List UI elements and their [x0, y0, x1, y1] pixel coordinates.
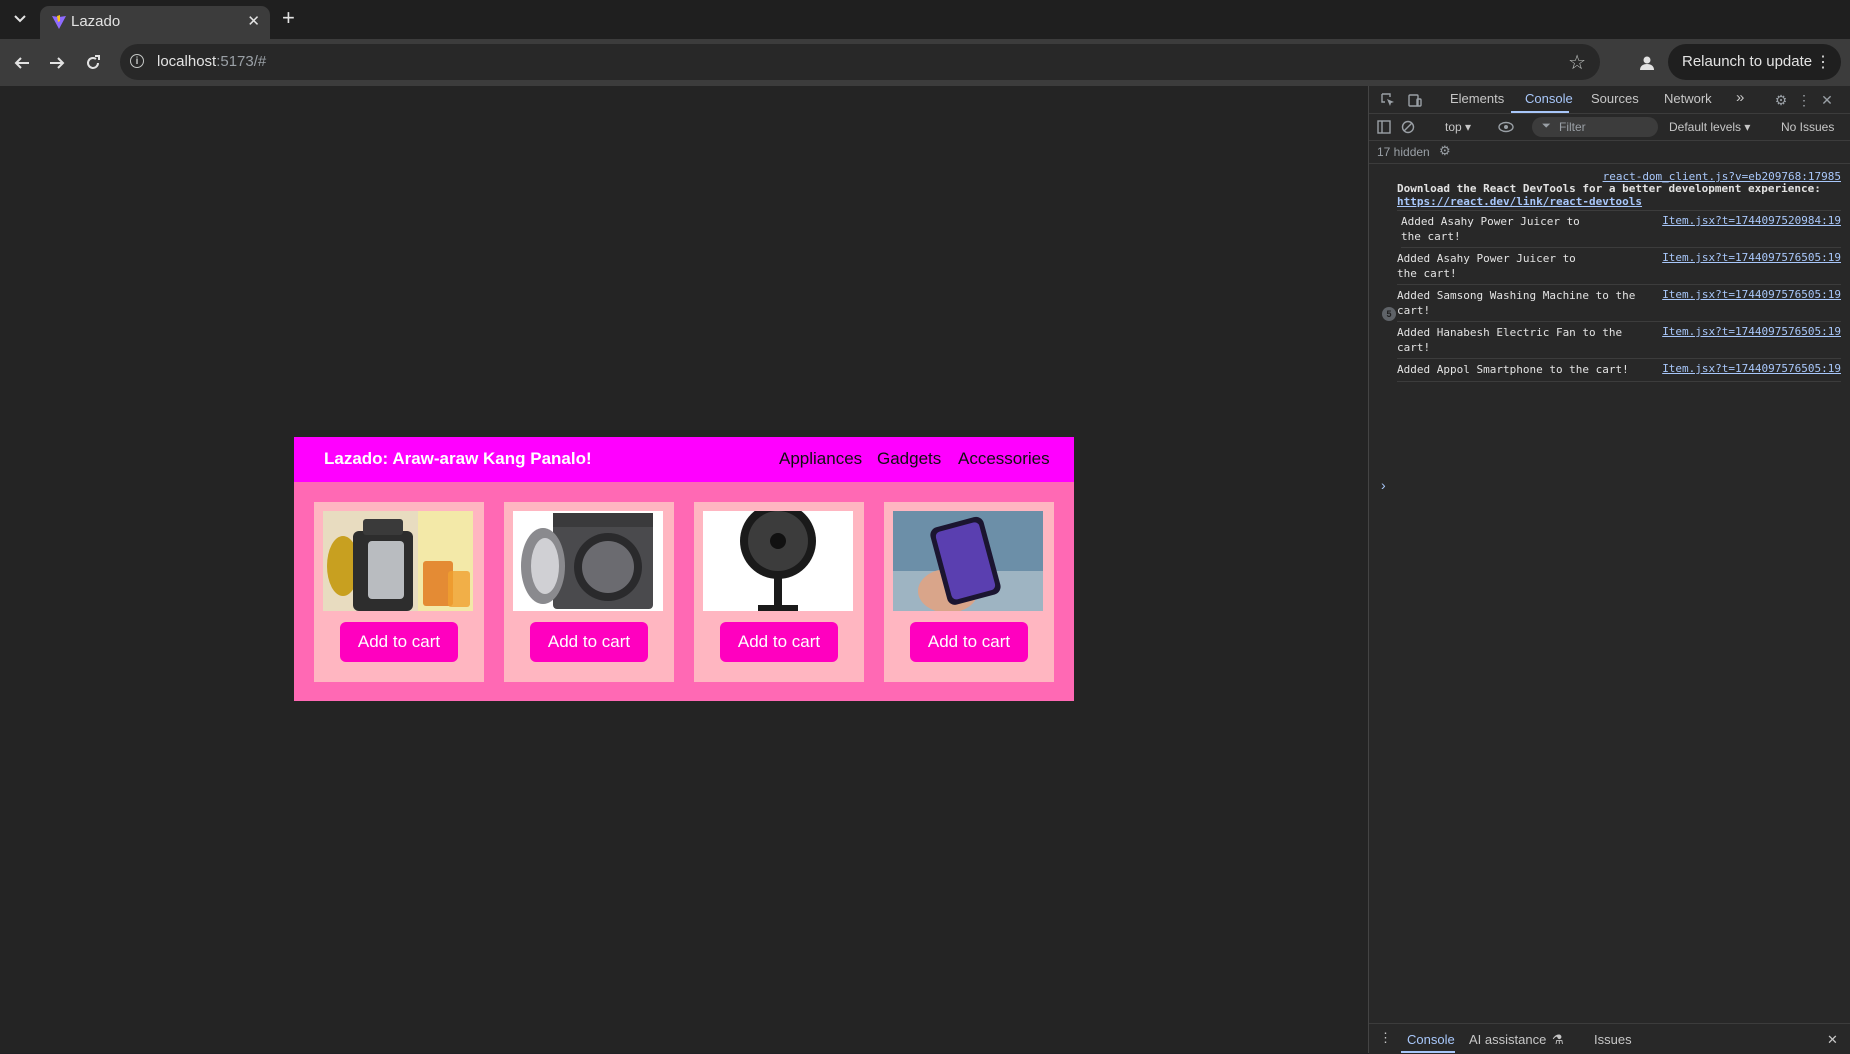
- browser-tab[interactable]: Lazado ✕: [40, 6, 270, 39]
- console-log-entry: Added Samsong Washing Machine to the car…: [1397, 285, 1841, 322]
- drawer-menu-icon[interactable]: ⋮: [1379, 1030, 1392, 1046]
- console-log-entry: Added Hanabesh Electric Fan to the cart!…: [1397, 322, 1841, 359]
- kebab-menu-icon[interactable]: ⋮: [1795, 91, 1813, 109]
- hidden-messages-row: 17 hidden ⚙: [1369, 141, 1850, 164]
- kebab-menu-icon: ⋮: [1815, 54, 1831, 71]
- log-message: Added Asahy Power Juicer to the cart!: [1397, 252, 1576, 280]
- tab-title: Lazado: [71, 13, 121, 30]
- nav-appliances[interactable]: Appliances: [779, 449, 862, 469]
- react-devtools-message: react-dom_client.js?v=eb209768:17985 Dow…: [1397, 170, 1841, 211]
- tab-console[interactable]: Console: [1525, 91, 1573, 106]
- issues-counter[interactable]: No Issues: [1781, 120, 1834, 134]
- address-bar[interactable]: i localhost:5173/# ☆: [120, 44, 1600, 80]
- tab-search-chevron-icon[interactable]: [8, 7, 32, 31]
- active-tab-indicator: [1511, 111, 1569, 113]
- log-source-link[interactable]: Item.jsx?t=1744097576505:19: [1662, 325, 1841, 338]
- inspect-element-icon[interactable]: [1379, 91, 1397, 109]
- tab-strip: Lazado ✕ +: [0, 0, 1850, 39]
- page-viewport: Lazado: Araw-araw Kang Panalo! Appliance…: [0, 86, 1368, 1053]
- console-toolbar: top ▾ ⏷ Filter Default levels ▾ No Issue…: [1369, 114, 1850, 141]
- tab-close-icon[interactable]: ✕: [247, 12, 260, 30]
- log-message: Added Hanabesh Electric Fan to the cart!: [1397, 326, 1623, 354]
- electric-fan-image: [703, 511, 853, 611]
- log-message: Added Appol Smartphone to the cart!: [1397, 363, 1629, 376]
- log-levels-dropdown[interactable]: Default levels ▾: [1669, 120, 1750, 134]
- product-card: Add to cart: [504, 502, 674, 682]
- vite-favicon-icon: [52, 15, 66, 29]
- browser-toolbar: i localhost:5173/# ☆ Relaunch to update …: [0, 39, 1850, 86]
- flask-icon: ⚗: [1552, 1032, 1564, 1047]
- log-source-link[interactable]: Item.jsx?t=1744097576505:19: [1662, 362, 1841, 375]
- add-to-cart-button[interactable]: Add to cart: [910, 622, 1028, 662]
- product-card: Add to cart: [884, 502, 1054, 682]
- juicer-image: [323, 511, 473, 611]
- log-source-link[interactable]: Item.jsx?t=1744097576505:19: [1662, 251, 1841, 264]
- devtools-tab-bar: Elements Console Sources Network » ⚙ ⋮ ✕: [1369, 86, 1850, 114]
- react-devtools-link[interactable]: https://react.dev/link/react-devtools: [1397, 195, 1642, 208]
- drawer-tab-issues[interactable]: Issues: [1594, 1032, 1632, 1047]
- back-arrow-icon[interactable]: [9, 50, 35, 76]
- filter-placeholder: Filter: [1559, 120, 1586, 134]
- profile-icon[interactable]: [1634, 50, 1660, 76]
- drawer-tab-console[interactable]: Console: [1407, 1032, 1455, 1047]
- console-log-entry: Added Asahy Power Juicer to the cart! It…: [1397, 248, 1841, 285]
- log-message: Added Samsong Washing Machine to the car…: [1397, 289, 1636, 317]
- console-settings-gear-icon[interactable]: ⚙: [1439, 143, 1451, 159]
- lazado-app: Lazado: Araw-araw Kang Panalo! Appliance…: [294, 437, 1074, 701]
- add-to-cart-button[interactable]: Add to cart: [720, 622, 838, 662]
- relaunch-label: Relaunch to update: [1682, 53, 1813, 70]
- add-to-cart-button[interactable]: Add to cart: [530, 622, 648, 662]
- nav-accessories[interactable]: Accessories: [958, 449, 1050, 469]
- filter-input[interactable]: ⏷ Filter: [1532, 117, 1658, 137]
- devtools-panel: Elements Console Sources Network » ⚙ ⋮ ✕…: [1368, 86, 1850, 1054]
- hidden-count: 17 hidden: [1377, 145, 1430, 159]
- more-tabs-chevron-icon[interactable]: »: [1736, 89, 1744, 106]
- washing-machine-image: [513, 511, 663, 611]
- log-message: Added Asahy Power Juicer to the cart!: [1401, 215, 1580, 243]
- log-source-link[interactable]: Item.jsx?t=1744097520984:19: [1662, 214, 1841, 227]
- drawer-tab-ai-assistance[interactable]: AI assistance: [1469, 1032, 1546, 1047]
- relaunch-button[interactable]: Relaunch to update ⋮: [1668, 44, 1841, 80]
- clear-console-icon[interactable]: [1399, 118, 1417, 136]
- filter-funnel-icon: ⏷: [1542, 120, 1551, 132]
- repeat-count-badge: 5: [1382, 307, 1396, 321]
- close-drawer-icon[interactable]: ✕: [1827, 1032, 1838, 1048]
- tab-sources[interactable]: Sources: [1591, 91, 1639, 106]
- react-devtools-text: Download the React DevTools for a better…: [1397, 182, 1821, 195]
- bookmark-star-icon[interactable]: ☆: [1568, 50, 1586, 75]
- settings-gear-icon[interactable]: ⚙: [1772, 91, 1790, 109]
- app-title: Lazado: Araw-araw Kang Panalo!: [324, 449, 592, 468]
- sidebar-toggle-icon[interactable]: [1375, 118, 1393, 136]
- nav-gadgets[interactable]: Gadgets: [877, 449, 941, 469]
- new-tab-plus-icon[interactable]: +: [282, 7, 295, 29]
- add-to-cart-button[interactable]: Add to cart: [340, 622, 458, 662]
- product-card: Add to cart: [694, 502, 864, 682]
- devtools-drawer-bar: ⋮ Console AI assistance ⚗ Issues ✕: [1369, 1023, 1850, 1054]
- site-info-icon[interactable]: i: [130, 54, 144, 68]
- app-header: Lazado: Araw-araw Kang Panalo! Appliance…: [294, 437, 1074, 482]
- url-text[interactable]: localhost:5173/#: [157, 53, 266, 70]
- reload-icon[interactable]: [80, 50, 106, 76]
- console-log-entry: Added Asahy Power Juicer to the cart! It…: [1401, 211, 1841, 248]
- tab-elements[interactable]: Elements: [1450, 91, 1504, 106]
- device-toolbar-icon[interactable]: [1406, 91, 1424, 109]
- product-card: Add to cart: [314, 502, 484, 682]
- live-expression-eye-icon[interactable]: [1497, 118, 1515, 136]
- close-devtools-icon[interactable]: ✕: [1818, 91, 1836, 109]
- smartphone-image: [893, 511, 1043, 611]
- log-source-link[interactable]: Item.jsx?t=1744097576505:19: [1662, 288, 1841, 301]
- tab-network[interactable]: Network: [1664, 91, 1712, 106]
- console-log-entry: Added Appol Smartphone to the cart! Item…: [1397, 359, 1841, 382]
- context-selector[interactable]: top ▾: [1445, 120, 1471, 134]
- forward-arrow-icon[interactable]: [44, 50, 70, 76]
- console-prompt-chevron-icon[interactable]: ›: [1381, 477, 1386, 493]
